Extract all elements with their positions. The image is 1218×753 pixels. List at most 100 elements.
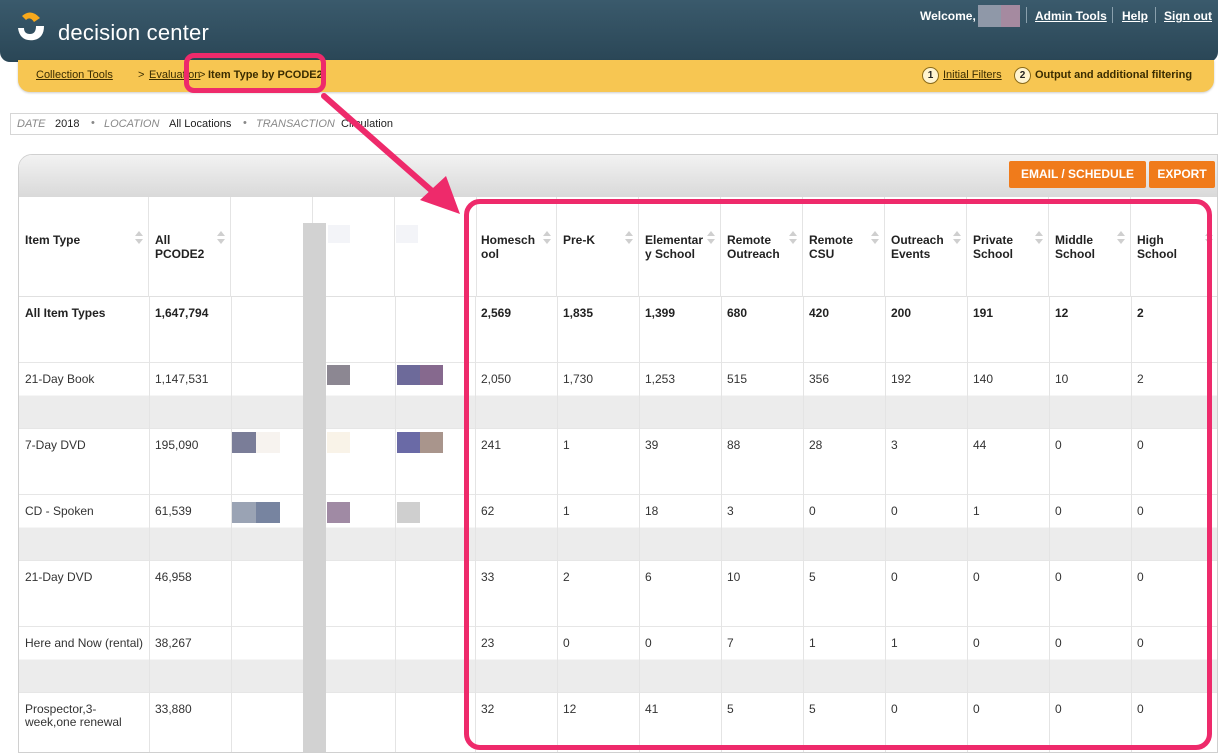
column-header-label: Remote Outreach [727, 233, 780, 261]
welcome-text: Welcome, [920, 9, 976, 23]
divider [1112, 7, 1113, 23]
initial-filters-link[interactable]: Initial Filters [943, 69, 1002, 81]
count-cell: 10 [727, 570, 741, 584]
filter-transaction-key: TRANSACTION [256, 118, 335, 130]
redacted-value [327, 502, 350, 523]
sort-arrows-icon[interactable] [789, 231, 797, 245]
column-header-label: Outreach Events [891, 233, 944, 261]
sort-arrows-icon[interactable] [135, 231, 143, 245]
column-header-label: Item Type [25, 233, 81, 247]
column-header-label: Middle School [1055, 233, 1096, 261]
count-cell: 0 [973, 570, 980, 584]
count-cell: 1 [563, 438, 570, 452]
column-divider [395, 297, 396, 752]
sort-arrows-icon[interactable] [871, 231, 879, 245]
divider [1155, 7, 1156, 23]
count-cell: 2,569 [481, 306, 512, 320]
column-divider [721, 297, 722, 752]
count-cell: 420 [809, 306, 830, 320]
count-cell: 0 [645, 636, 652, 650]
sort-arrows-icon[interactable] [217, 231, 225, 245]
count-cell: 192 [891, 372, 912, 386]
column-divider [475, 297, 476, 752]
count-cell: 44 [973, 438, 987, 452]
count-cell: 0 [809, 504, 816, 518]
admin-tools-link[interactable]: Admin Tools [1035, 9, 1107, 23]
column-divider [557, 297, 558, 752]
column-header[interactable]: Pre-K [557, 197, 639, 297]
count-cell: 0 [1137, 438, 1144, 452]
count-cell: 0 [563, 636, 570, 650]
count-cell: 0 [891, 570, 898, 584]
column-header[interactable]: Outreach Events [885, 197, 967, 297]
count-cell: 61,539 [155, 504, 192, 518]
breadcrumb-separator: > [199, 69, 206, 81]
column-header[interactable]: All PCODE2 [149, 197, 231, 297]
top-header: decision center Welcome, Admin Tools Hel… [0, 0, 1218, 62]
brand-name: decision center [58, 20, 209, 45]
redacted-column-band [303, 223, 326, 752]
column-header-label: High School [1137, 233, 1178, 261]
count-cell: 0 [1137, 570, 1144, 584]
column-header[interactable]: High School [1131, 197, 1217, 297]
export-button[interactable]: EXPORT [1149, 161, 1215, 188]
column-header[interactable]: Private School [967, 197, 1049, 297]
column-divider [639, 297, 640, 752]
breadcrumb-separator: > [138, 69, 145, 81]
sort-arrows-icon[interactable] [625, 231, 633, 245]
column-header[interactable]: Remote CSU [803, 197, 885, 297]
sort-arrows-icon[interactable] [953, 231, 961, 245]
column-divider [149, 297, 150, 752]
redacted-value [232, 502, 280, 523]
sort-arrows-icon[interactable] [1035, 231, 1043, 245]
breadcrumb-current: Item Type by PCODE2 [208, 69, 323, 81]
step-2-badge: 2 [1014, 67, 1031, 84]
column-header[interactable]: Item Type [19, 197, 149, 297]
column-header-label: Private School [973, 233, 1014, 261]
count-cell: 1,647,794 [155, 306, 209, 320]
email-schedule-button[interactable]: EMAIL / SCHEDULE [1009, 161, 1146, 188]
table-row: Prospector,3-week,one renewal 33,880 32 12 4… [19, 693, 1217, 752]
column-header[interactable]: Homesch ool [475, 197, 557, 297]
count-cell: 1,835 [563, 306, 594, 320]
column-header[interactable]: Remote Outreach [721, 197, 803, 297]
item-type-cell: Prospector,3-week,one renewal [25, 702, 122, 729]
count-cell: 33 [481, 570, 495, 584]
count-cell: 1 [973, 504, 980, 518]
column-header-label: Elementar y School [645, 233, 704, 261]
help-link[interactable]: Help [1122, 9, 1148, 23]
sign-out-link[interactable]: Sign out [1164, 9, 1212, 23]
sort-arrows-icon[interactable] [1205, 231, 1213, 245]
output-filtering-step: Output and additional filtering [1035, 69, 1193, 81]
count-cell: 140 [973, 372, 994, 386]
column-divider [1131, 297, 1132, 752]
column-header [395, 197, 477, 297]
count-cell: 3 [727, 504, 734, 518]
item-type-cell: 21-Day DVD [25, 570, 93, 584]
count-cell: 1,730 [563, 372, 594, 386]
sort-arrows-icon[interactable] [543, 231, 551, 245]
count-cell: 0 [1137, 702, 1144, 716]
count-cell: 515 [727, 372, 748, 386]
count-cell: 0 [973, 636, 980, 650]
column-header[interactable]: Middle School [1049, 197, 1131, 297]
count-cell: 28 [809, 438, 823, 452]
sort-arrows-icon[interactable] [707, 231, 715, 245]
redacted-value [327, 432, 350, 453]
filter-date-key: DATE [17, 118, 46, 130]
count-cell: 7 [727, 636, 734, 650]
item-type-cell: 21-Day Book [25, 372, 95, 386]
breadcrumb-collection-tools[interactable]: Collection Tools [36, 69, 113, 81]
filter-separator: • [91, 117, 95, 129]
divider [1026, 7, 1027, 23]
breadcrumb-evaluation[interactable]: Evaluation [149, 69, 200, 81]
count-cell: 38,267 [155, 636, 192, 650]
filter-location-value: All Locations [169, 118, 232, 130]
sort-arrows-icon[interactable] [1117, 231, 1125, 245]
column-header[interactable]: Elementar y School [639, 197, 721, 297]
results-panel: EMAIL / SCHEDULE EXPORT Item Type All PCO… [18, 154, 1218, 753]
count-cell: 1 [563, 504, 570, 518]
panel-toolbar: EMAIL / SCHEDULE EXPORT [19, 155, 1217, 197]
count-cell: 12 [1055, 306, 1069, 320]
count-cell: 88 [727, 438, 741, 452]
